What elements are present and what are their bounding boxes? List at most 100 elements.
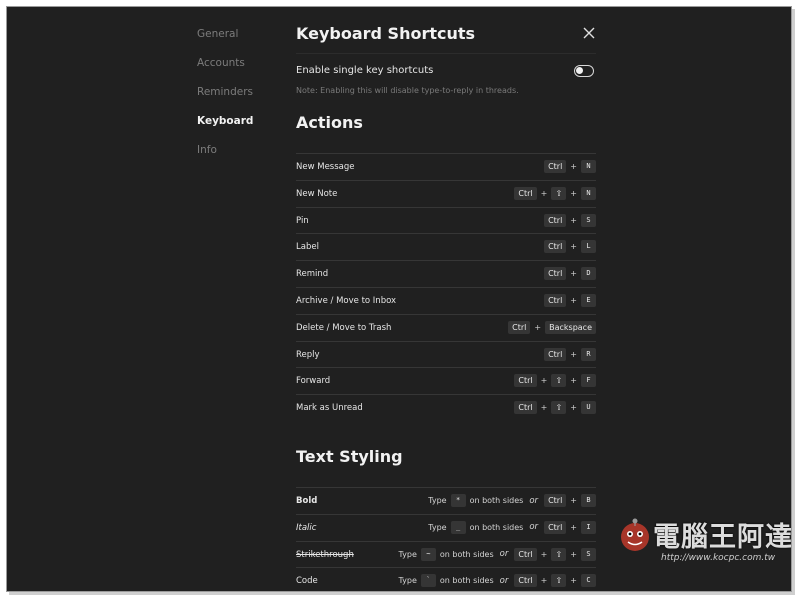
shortcut-row: Label Ctrl + L [296,233,596,260]
shortcut-row: Mark as Unread Ctrl + ⇧ + U [296,394,596,421]
plus-sign: + [570,549,577,559]
shift-key-icon: ⇧ [551,401,567,415]
actions-list: New Message Ctrl + N New Note Ctrl + ⇧ + N Pin Ctrl… [296,153,596,421]
key-badge: I [581,520,596,534]
plus-sign: + [570,349,577,359]
sidebar-item-general[interactable]: General [197,27,253,56]
key-badge: Ctrl [514,547,537,561]
plus-sign: + [570,188,577,198]
key-badge: Ctrl [514,186,537,200]
shortcut-keys: Ctrl + S [544,213,596,227]
shortcut-keys: Ctrl + R [544,347,596,361]
shift-key-icon: ⇧ [551,186,567,200]
type-text: Type [428,496,447,505]
plus-sign: + [570,215,577,225]
key-badge: Ctrl [514,574,537,588]
key-badge: R [581,347,596,361]
single-key-shortcuts-label: Enable single key shortcuts [296,65,434,76]
plus-sign: + [570,576,577,586]
shortcut-label: New Message [296,162,355,172]
styling-row: Strikethrough Type ~ on both sides or Ctrl + ⇧ +… [296,540,596,568]
type-text: Type [398,576,417,586]
shortcut-keys: Ctrl + L [544,240,596,254]
shortcut-label: Label [296,242,319,253]
sidebar-item-keyboard[interactable]: Keyboard [197,114,253,143]
markdown-char-badge: ` [420,574,436,588]
styling-label: Strikethrough [296,549,354,560]
key-badge: S [581,213,596,227]
text-styling-heading: Text Styling [296,447,403,466]
styling-row: Italic Type _ on both sides or Ctrl + I [296,513,596,541]
type-text: Type [398,549,417,559]
key-badge: U [581,401,596,415]
key-badge: N [581,160,596,173]
header-divider [296,53,596,54]
key-badge: Ctrl [544,240,567,254]
shift-key-icon: ⇧ [551,547,567,561]
shortcut-keys: Ctrl + ⇧ + F [514,374,596,388]
shortcut-label: Mark as Unread [296,403,363,414]
shortcut-keys: Ctrl + ⇧ + U [514,401,596,415]
sidebar-item-accounts[interactable]: Accounts [197,56,253,85]
shortcut-keys: Ctrl + ⇧ + N [514,186,596,200]
shortcut-label: New Note [296,188,338,199]
single-key-note: Note: Enabling this will disable type-to… [296,86,519,95]
watermark-logo-icon [621,518,649,551]
shortcut-keys: Ctrl + N [544,160,596,173]
key-badge: Ctrl [544,267,567,281]
settings-window: General Accounts Reminders Keyboard Info Key… [6,6,792,592]
or-text: or [529,522,539,533]
plus-sign: + [570,522,577,532]
markdown-char-badge: ~ [420,547,436,561]
shortcut-row: Remind Ctrl + D [296,260,596,287]
both-sides-text: on both sides [439,576,494,586]
or-text: or [529,495,539,506]
key-badge: Backspace [545,320,596,334]
markdown-char-badge: _ [450,520,466,534]
plus-sign: + [570,496,577,505]
plus-sign: + [570,295,577,305]
actions-heading: Actions [296,113,363,132]
key-badge: E [581,293,596,307]
shortcut-keys: Ctrl + D [544,267,596,281]
key-badge: C [581,574,596,588]
plus-sign: + [540,188,548,198]
styling-label: Code [296,576,318,587]
shortcut-row: Pin Ctrl + S [296,206,596,234]
styling-keys: Type _ on both sides or Ctrl + I [428,520,596,534]
shift-key-icon: ⇧ [551,574,567,588]
type-text: Type [428,522,447,532]
sidebar-item-info[interactable]: Info [197,143,253,172]
key-badge: Ctrl [508,320,531,334]
key-badge: F [581,374,596,388]
key-badge: L [581,240,596,254]
plus-sign: + [540,376,548,386]
shortcut-label: Delete / Move to Trash [296,322,392,333]
styling-label: Italic [296,522,317,533]
shortcut-label: Reply [296,349,320,360]
shortcut-keys: Ctrl + Backspace [508,320,596,334]
plus-sign: + [540,549,548,559]
watermark-text: 電腦王阿達 [653,522,792,553]
shortcut-keys: Ctrl + E [544,293,596,307]
markdown-char-badge: * [450,494,466,507]
plus-sign: + [570,269,577,279]
close-icon[interactable] [582,26,596,40]
styling-keys: Type ~ on both sides or Ctrl + ⇧ + S [398,547,596,561]
single-key-shortcuts-toggle[interactable] [574,65,594,77]
shortcut-row: Reply Ctrl + R [296,340,596,368]
key-badge: Ctrl [544,494,567,507]
key-badge: D [581,267,596,281]
styling-row: Code Type ` on both sides or Ctrl + ⇧ + C [296,567,596,591]
text-styling-list: Bold Type * on both sides or Ctrl + B Italic Type… [296,487,596,591]
or-text: or [499,575,509,586]
styling-label: Bold [296,496,318,506]
plus-sign: + [540,576,548,586]
key-badge: Ctrl [544,213,567,227]
styling-row: Bold Type * on both sides or Ctrl + B [296,487,596,514]
plus-sign: + [570,242,577,252]
or-text: or [499,549,509,560]
sidebar-item-reminders[interactable]: Reminders [197,85,253,114]
key-badge: S [581,547,596,561]
watermark: 電腦王阿達 http://www.kocpc.com.tw [617,513,792,577]
